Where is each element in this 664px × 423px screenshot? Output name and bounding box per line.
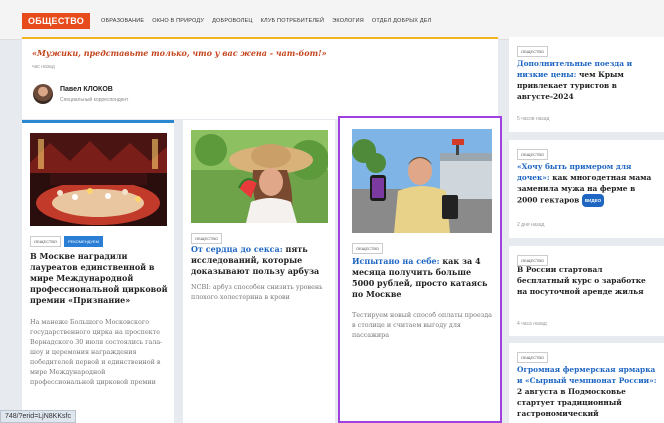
side-news-title[interactable]: Дополнительные поезда и низкие цены: чем…: [517, 58, 657, 102]
quote-timestamp: час назад: [32, 64, 55, 70]
side-title-rest[interactable]: В России стартовал бесплатный курс о зар…: [517, 265, 646, 296]
side-news-item[interactable]: ОБЩЕСТВО «Хочу быть примером для дочек»:…: [509, 140, 664, 238]
nav-item-education[interactable]: ОБРАЗОВАНИЕ: [101, 18, 144, 24]
tag-recommended[interactable]: РЕКОМЕНДУЕМ: [64, 236, 103, 247]
news-card-transit[interactable]: ОБЩЕСТВО Испытано на себе: как за 4 меся…: [338, 116, 502, 423]
card-tags: ОБЩЕСТВО: [191, 233, 222, 244]
card-title[interactable]: От сердца до секса: пять исследований, к…: [191, 244, 329, 277]
side-title-highlight[interactable]: Огромная фермерская ярмарка и «Сырный че…: [517, 365, 657, 385]
nav-item-consumers[interactable]: КЛУБ ПОТРЕБИТЕЛЕЙ: [261, 18, 325, 24]
side-news-timestamp: 4 часа назад: [517, 321, 547, 327]
tag-society[interactable]: ОБЩЕСТВО: [517, 149, 548, 160]
news-card-watermelon[interactable]: ОБЩЕСТВО От сердца до секса: пять исслед…: [183, 120, 335, 423]
news-card-circus[interactable]: ОБЩЕСТВО РЕКОМЕНДУЕМ В Москве наградили …: [22, 120, 174, 423]
side-title-rest[interactable]: 2 августа в Подмосковье стартует традици…: [517, 387, 626, 418]
side-news-title[interactable]: «Хочу быть примером для дочек»: как мног…: [517, 161, 657, 207]
video-badge: ВИДЕО: [581, 194, 605, 207]
circus-photo[interactable]: [30, 133, 167, 226]
tag-society[interactable]: ОБЩЕСТВО: [30, 236, 61, 247]
side-news-item[interactable]: ОБЩЕСТВО Огромная фермерская ярмарка и «…: [509, 343, 664, 423]
card-tags: ОБЩЕСТВО РЕКОМЕНДУЕМ: [30, 236, 103, 247]
featured-quote[interactable]: «Мужики, представьте только, что у вас ж…: [22, 37, 498, 119]
author-avatar: [33, 84, 53, 104]
side-news-timestamp: 5 часов назад: [517, 116, 550, 122]
card-lead: На манеже Большого Московского государст…: [30, 318, 163, 386]
author-name[interactable]: Павел КЛОКОВ: [60, 86, 113, 93]
tag-society[interactable]: ОБЩЕСТВО: [352, 243, 383, 254]
card-tags: ОБЩЕСТВО: [352, 243, 383, 254]
tag-society[interactable]: ОБЩЕСТВО: [517, 352, 548, 363]
top-nav: ОБЩЕСТВО ОБРАЗОВАНИЕ ОКНО В ПРИРОДУ ДОБР…: [0, 0, 664, 40]
card-title-highlight[interactable]: Испытано на себе:: [352, 256, 440, 266]
section-logo[interactable]: ОБЩЕСТВО: [22, 13, 91, 29]
side-news-timestamp: 2 дня назад: [517, 222, 545, 228]
nav-item-good-deeds[interactable]: ОТДЕЛ ДОБРЫХ ДЕЛ: [372, 18, 432, 24]
quote-title[interactable]: «Мужики, представьте только, что у вас ж…: [32, 48, 327, 58]
card-title[interactable]: Испытано на себе: как за 4 месяца получи…: [352, 256, 494, 300]
side-news-title[interactable]: Огромная фермерская ярмарка и «Сырный че…: [517, 364, 657, 419]
transit-photo[interactable]: [352, 129, 492, 233]
nav-item-volunteer[interactable]: ДОБРОВОЛЕЦ: [212, 18, 253, 24]
side-news-item[interactable]: ОБЩЕСТВО Дополнительные поезда и низкие …: [509, 37, 664, 132]
card-title-highlight[interactable]: От сердца до секса:: [191, 244, 283, 254]
watermelon-photo[interactable]: [191, 130, 328, 223]
card-title[interactable]: В Москве наградили лауреатов единственно…: [30, 251, 168, 306]
side-news-title[interactable]: В России стартовал бесплатный курс о зар…: [517, 264, 657, 297]
nav-item-ecology[interactable]: ЭКОЛОГИЯ: [332, 18, 364, 24]
card-lead: NCBI: арбуз способен снизить уровень пло…: [191, 283, 323, 301]
tag-society[interactable]: ОБЩЕСТВО: [191, 233, 222, 244]
nav-items: ОБРАЗОВАНИЕ ОКНО В ПРИРОДУ ДОБРОВОЛЕЦ КЛ…: [101, 18, 431, 24]
status-url: 748/?erid=LjN8KKsfc: [0, 410, 76, 423]
side-news-item[interactable]: ОБЩЕСТВО В России стартовал бесплатный к…: [509, 246, 664, 336]
card-lead: Тестируем новый способ оплаты проезда в …: [352, 311, 492, 339]
nav-item-nature[interactable]: ОКНО В ПРИРОДУ: [152, 18, 204, 24]
tag-society[interactable]: ОБЩЕСТВО: [517, 46, 548, 57]
author-role: Специальный корреспондент: [60, 97, 129, 103]
